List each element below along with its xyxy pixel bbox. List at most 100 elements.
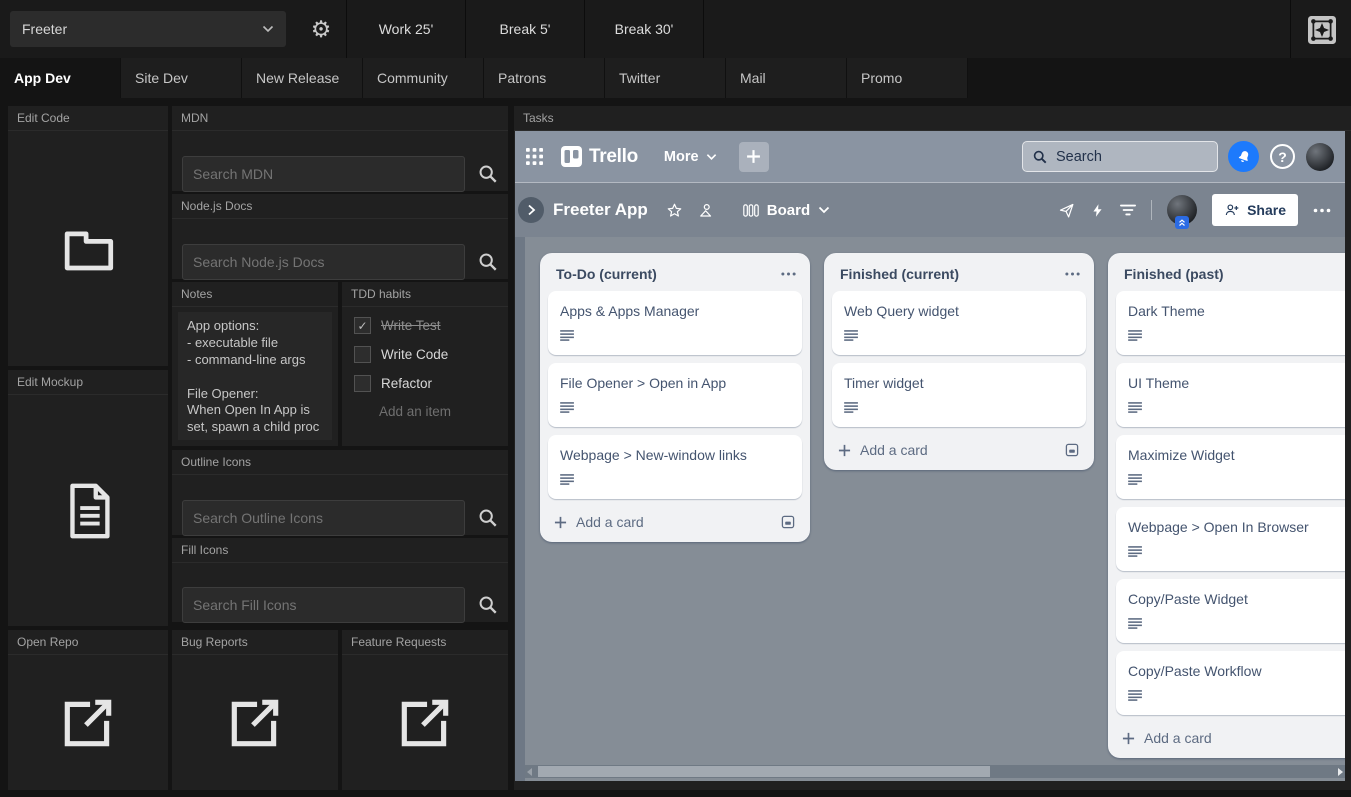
card-template-icon[interactable] xyxy=(1064,442,1080,458)
board-view-switcher[interactable]: Board xyxy=(743,202,830,219)
open-folder-button[interactable] xyxy=(8,131,168,366)
edit-mode-icon[interactable] xyxy=(1308,16,1336,44)
list-name: Finished (current) xyxy=(840,266,1065,282)
pomodoro-button[interactable]: Break 30' xyxy=(585,0,704,58)
search-icon[interactable] xyxy=(478,164,498,184)
divider xyxy=(1151,200,1152,220)
send-icon[interactable] xyxy=(1058,202,1075,219)
trello-card[interactable]: Timer widget xyxy=(832,363,1086,427)
add-card-button[interactable]: Add a card xyxy=(1144,730,1345,746)
apps-grid-icon[interactable] xyxy=(526,148,543,165)
open-repo-link[interactable] xyxy=(8,655,168,790)
add-card-button[interactable]: Add a card xyxy=(860,442,1064,458)
tab-community[interactable]: Community xyxy=(363,58,484,98)
description-icon xyxy=(1128,474,1143,485)
notifications-button[interactable] xyxy=(1228,141,1259,172)
list-menu-button[interactable] xyxy=(1065,272,1080,276)
pomodoro-button[interactable]: Work 25' xyxy=(347,0,466,58)
board-member-avatar[interactable] xyxy=(1167,195,1197,225)
tab-twitter[interactable]: Twitter xyxy=(605,58,726,98)
trello-search-input[interactable]: Search xyxy=(1022,141,1218,172)
outline-icons-search-input[interactable] xyxy=(182,500,465,536)
workflow-select[interactable]: Freeter xyxy=(10,11,286,47)
board-view-icon xyxy=(743,203,759,218)
widget-title: Edit Mockup xyxy=(8,370,168,395)
bug-reports-link[interactable] xyxy=(172,655,338,790)
chevron-right-icon xyxy=(527,204,536,216)
external-link-icon xyxy=(225,693,285,753)
trello-card[interactable]: Dark Theme xyxy=(1116,291,1345,355)
notes-textarea[interactable]: App options: - executable file - command… xyxy=(178,312,332,440)
workspace-visibility-icon[interactable] xyxy=(697,201,715,219)
widget-mdn: MDN xyxy=(172,106,508,191)
help-button[interactable]: ? xyxy=(1270,144,1295,169)
add-card-button[interactable]: Add a card xyxy=(576,514,780,530)
scroll-right-arrow[interactable] xyxy=(1338,768,1343,776)
expand-sidebar-button[interactable] xyxy=(518,197,544,223)
card-template-icon[interactable] xyxy=(780,514,796,530)
checklist-item[interactable]: Write Code xyxy=(354,346,496,363)
widget-bug-reports: Bug Reports xyxy=(172,630,338,790)
trello-list: Finished (current) Web Query widget Time… xyxy=(824,253,1094,470)
more-menu[interactable]: More xyxy=(664,149,717,165)
board-menu-button[interactable] xyxy=(1313,208,1331,213)
widget-title: Feature Requests xyxy=(342,630,508,655)
tab-mail[interactable]: Mail xyxy=(726,58,847,98)
trello-card[interactable]: Copy/Paste Widget xyxy=(1116,579,1345,643)
open-document-button[interactable] xyxy=(8,395,168,626)
pomodoro-button[interactable]: Break 5' xyxy=(466,0,585,58)
search-icon[interactable] xyxy=(478,252,498,272)
widget-edit-code: Edit Code xyxy=(8,106,168,366)
tab-promo[interactable]: Promo xyxy=(847,58,968,98)
description-icon xyxy=(560,402,575,413)
plus-icon xyxy=(746,149,761,164)
scrollbar-thumb[interactable] xyxy=(538,766,990,777)
list-menu-button[interactable] xyxy=(781,272,796,276)
description-icon xyxy=(844,330,859,341)
description-icon xyxy=(560,474,575,485)
tab-new-release[interactable]: New Release xyxy=(242,58,363,98)
horizontal-scrollbar[interactable] xyxy=(525,765,1345,778)
trello-logo-text: Trello xyxy=(589,146,638,168)
collapsed-sidebar xyxy=(515,183,525,781)
add-item-button[interactable]: Add an item xyxy=(379,404,496,419)
trello-card[interactable]: Web Query widget xyxy=(832,291,1086,355)
tab-site-dev[interactable]: Site Dev xyxy=(121,58,242,98)
trello-card[interactable]: Copy/Paste Workflow xyxy=(1116,651,1345,715)
share-button[interactable]: Share xyxy=(1212,194,1298,226)
trello-card[interactable]: Apps & Apps Manager xyxy=(548,291,802,355)
trello-card[interactable]: Webpage > New-window links xyxy=(548,435,802,499)
mdn-search-input[interactable] xyxy=(182,156,465,192)
automation-bolt-icon[interactable] xyxy=(1090,202,1105,219)
scroll-left-arrow[interactable] xyxy=(527,768,532,776)
gear-icon[interactable]: ⚙ xyxy=(296,0,346,58)
widget-notes: Notes App options: - executable file - c… xyxy=(172,282,338,446)
description-icon xyxy=(560,330,575,341)
checkbox[interactable] xyxy=(354,317,371,334)
widget-nodejs-docs: Node.js Docs xyxy=(172,194,508,279)
feature-requests-link[interactable] xyxy=(342,655,508,790)
checkbox[interactable] xyxy=(354,375,371,392)
trello-card[interactable]: Maximize Widget xyxy=(1116,435,1345,499)
checklist-item[interactable]: Refactor xyxy=(354,375,496,392)
board-canvas: To-Do (current) Apps & Apps Manager File… xyxy=(515,237,1345,781)
document-icon xyxy=(55,478,121,544)
trello-card[interactable]: Webpage > Open In Browser xyxy=(1116,507,1345,571)
trello-card[interactable]: UI Theme xyxy=(1116,363,1345,427)
create-button[interactable] xyxy=(739,142,769,172)
search-icon[interactable] xyxy=(478,508,498,528)
widget-title: Tasks xyxy=(514,106,1351,131)
star-board-button[interactable] xyxy=(666,202,683,219)
filter-icon[interactable] xyxy=(1120,203,1136,217)
trello-logo[interactable]: Trello xyxy=(561,146,638,168)
nodejs-search-input[interactable] xyxy=(182,244,465,280)
tab-app-dev[interactable]: App Dev xyxy=(0,58,121,98)
checklist-item[interactable]: Write Test xyxy=(354,317,496,334)
fill-icons-search-input[interactable] xyxy=(182,587,465,623)
person-plus-icon xyxy=(1224,202,1240,218)
tab-patrons[interactable]: Patrons xyxy=(484,58,605,98)
trello-card[interactable]: File Opener > Open in App xyxy=(548,363,802,427)
checkbox[interactable] xyxy=(354,346,371,363)
search-icon[interactable] xyxy=(478,595,498,615)
avatar[interactable] xyxy=(1306,143,1334,171)
